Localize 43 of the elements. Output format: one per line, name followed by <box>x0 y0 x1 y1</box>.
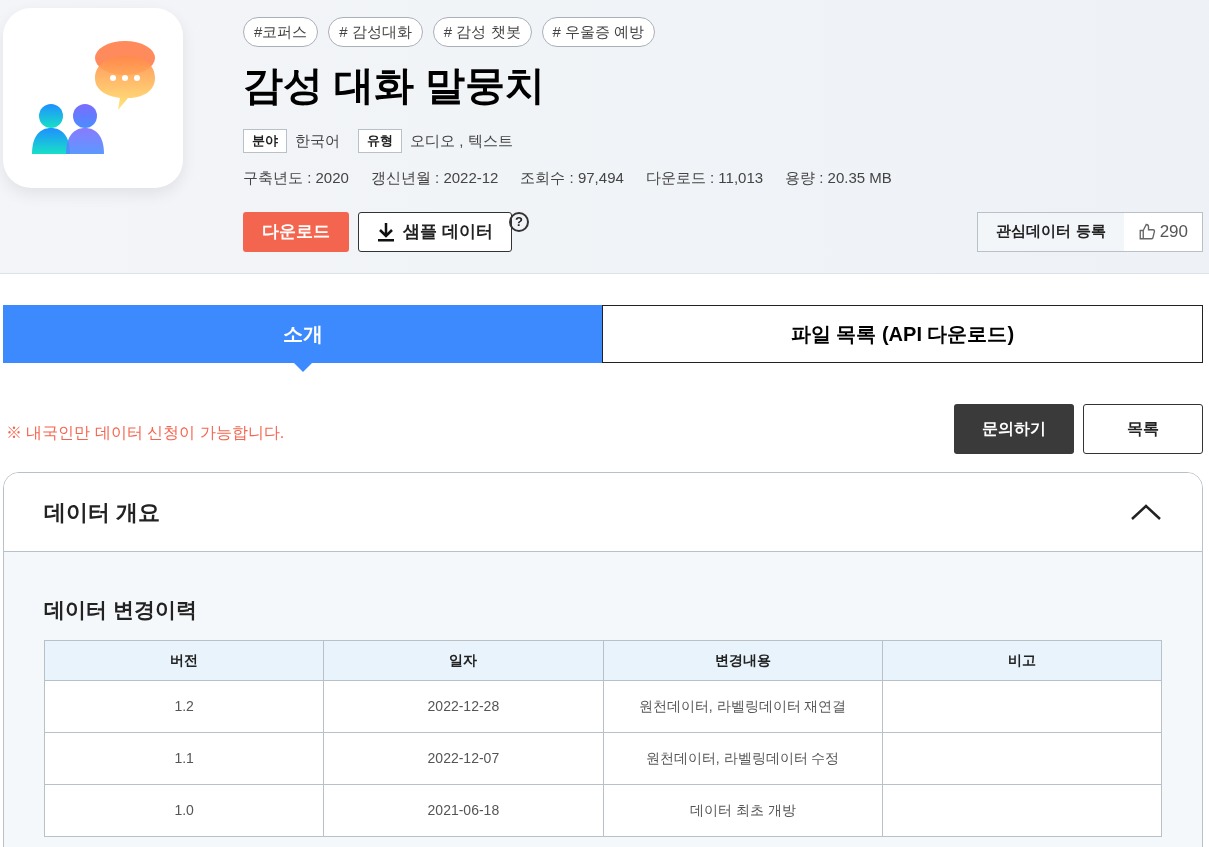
subsection-title: 데이터 변경이력 <box>44 597 198 623</box>
section-title: 데이터 개요 <box>44 498 161 527</box>
table-cell: 1.1 <box>44 732 324 784</box>
column-header: 변경내용 <box>603 640 883 680</box>
column-header: 일자 <box>323 640 603 680</box>
help-button[interactable]: ? <box>509 211 529 232</box>
meta-text: 조회수 : 97,494 <box>520 168 624 188</box>
dataset-title: 감성 대화 말뭉치 <box>243 62 547 109</box>
table-cell: 1.0 <box>44 784 324 836</box>
meta-text: 구축년도 : 2020 <box>243 168 349 188</box>
inquiry-button[interactable]: 문의하기 <box>954 404 1074 454</box>
hashtag-chip[interactable]: #코퍼스 <box>243 17 319 47</box>
table-cell: 원천데이터, 라벨링데이터 재연결 <box>603 680 883 732</box>
table-cell: 2022-12-07 <box>323 732 603 784</box>
attribute-label: 유형 <box>358 129 402 153</box>
meta-text: 갱신년월 : 2022-12 <box>370 168 499 188</box>
table-cell: 2022-12-28 <box>323 680 603 732</box>
table-cell: 원천데이터, 라벨링데이터 수정 <box>603 732 883 784</box>
column-header: 비고 <box>882 640 1162 680</box>
hashtag-chip[interactable]: # 우울증 예방 <box>541 17 656 47</box>
attribute-value: 한국어 <box>295 130 340 151</box>
meta-text: 용량 : 20.35 MB <box>785 168 892 188</box>
table-cell: 데이터 최초 개방 <box>603 784 883 836</box>
table-cell: 2021-06-18 <box>323 784 603 836</box>
notice-text: ※ 내국인만 데이터 신청이 가능합니다. <box>6 423 285 443</box>
chevron-up-icon[interactable] <box>1130 503 1162 521</box>
thumbs-up-icon <box>1137 222 1156 241</box>
interest-register-button[interactable]: 관심데이터 등록 <box>978 212 1124 251</box>
attribute-value: 오디오 , 텍스트 <box>410 130 513 151</box>
download-icon <box>377 221 396 242</box>
meta-text: 다운로드 : 11,013 <box>645 168 764 188</box>
app-logo-icon <box>3 8 183 188</box>
like-button[interactable]: 290 <box>1123 212 1202 251</box>
sample-data-button[interactable]: 샘플 데이터 <box>358 211 512 252</box>
hashtag-chip[interactable]: # 감성대화 <box>328 17 423 47</box>
attribute-label: 분야 <box>243 129 287 153</box>
column-header: 버전 <box>44 640 324 680</box>
tab-pointer-icon <box>292 362 313 372</box>
table-cell: 1.2 <box>44 680 324 732</box>
tab[interactable]: 파일 목록 (API 다운로드) <box>602 305 1203 363</box>
hashtag-chip[interactable]: # 감성 챗봇 <box>432 17 532 47</box>
list-button[interactable]: 목록 <box>1083 404 1203 454</box>
accordion-header[interactable]: 데이터 개요 <box>4 473 1202 552</box>
